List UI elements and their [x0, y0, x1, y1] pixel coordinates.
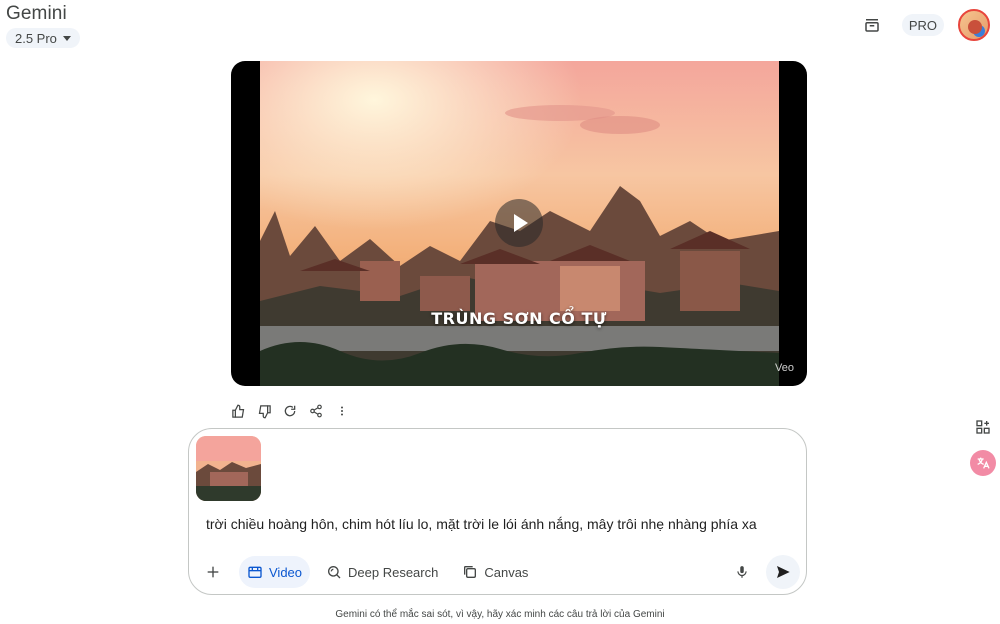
canvas-icon	[464, 566, 477, 578]
more-options-icon[interactable]	[333, 402, 351, 420]
temporary-chat-icon[interactable]	[856, 9, 888, 41]
prompt-composer: trời chiều hoàng hôn, chim hót líu lo, m…	[188, 428, 807, 595]
model-selector[interactable]: 2.5 Pro	[6, 28, 80, 48]
share-icon[interactable]	[307, 402, 325, 420]
tool-deep-research-button[interactable]: Deep Research	[318, 556, 446, 588]
tool-canvas-label: Canvas	[484, 564, 529, 580]
top-right-controls: PRO	[856, 9, 990, 41]
attached-video-thumbnail[interactable]	[196, 436, 261, 501]
thumbs-up-icon[interactable]	[229, 402, 247, 420]
generated-video-player[interactable]: TRÙNG SƠN CỔ TỰ Veo	[231, 61, 807, 386]
tool-video-button[interactable]: Video	[239, 556, 311, 588]
disclaimer-text: Gemini có thể mắc sai sót, vì vậy, hãy x…	[335, 609, 665, 620]
video-icon	[248, 566, 262, 578]
send-icon	[777, 566, 790, 578]
thumbs-down-icon[interactable]	[255, 402, 273, 420]
prompt-text[interactable]: trời chiều hoàng hôn, chim hót líu lo, m…	[206, 516, 757, 532]
plan-badge: PRO	[901, 14, 944, 36]
add-attachment-button[interactable]	[199, 558, 227, 586]
add-widget-icon[interactable]	[970, 414, 996, 440]
model-selector-label: 2.5 Pro	[15, 30, 57, 46]
translate-icon[interactable]	[970, 450, 996, 476]
play-button[interactable]	[495, 199, 543, 247]
microphone-icon[interactable]	[728, 558, 756, 586]
tool-video-label: Video	[269, 564, 303, 580]
veo-watermark: Veo	[775, 362, 794, 374]
deep-research-icon	[328, 566, 341, 579]
tool-deep-research-label: Deep Research	[348, 564, 439, 580]
app-title: Gemini	[6, 3, 67, 24]
video-overlay-title: TRÙNG SƠN CỔ TỰ	[431, 309, 607, 328]
play-icon	[514, 214, 528, 232]
regenerate-icon[interactable]	[281, 402, 299, 420]
browser-extension-sidebar	[970, 414, 996, 476]
composer-toolbar: Video Deep Research Canvas	[199, 555, 800, 589]
caret-down-icon	[62, 35, 71, 41]
response-actions	[229, 402, 351, 420]
send-button[interactable]	[766, 555, 800, 589]
tool-canvas-button[interactable]: Canvas	[454, 556, 536, 588]
user-avatar[interactable]	[958, 9, 990, 41]
